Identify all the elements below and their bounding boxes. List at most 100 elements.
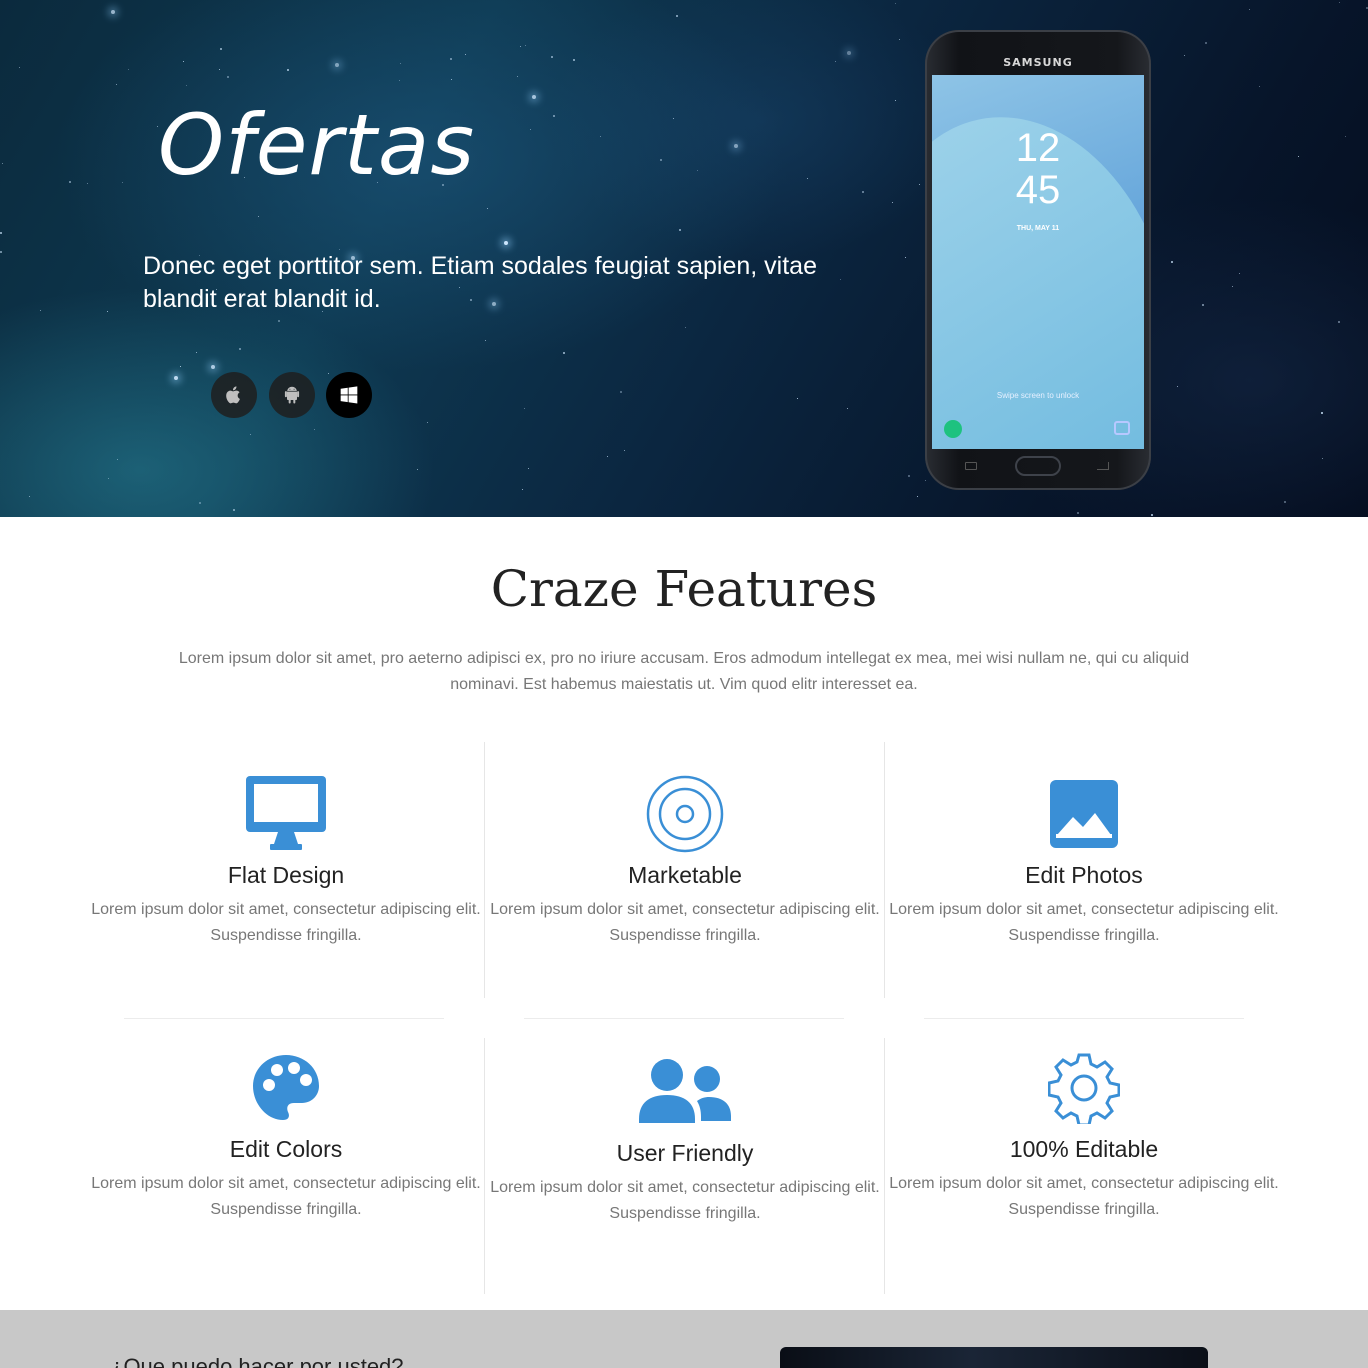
features-description: Lorem ipsum dolor sit amet, pro aeterno … xyxy=(178,650,1190,693)
star xyxy=(1338,321,1340,323)
star xyxy=(258,216,259,217)
feature-text: Lorem ipsum dolor sit amet, consectetur … xyxy=(889,901,1279,944)
section-heading: ¿Que puedo hacer por usted? xyxy=(110,1354,404,1368)
image-icon xyxy=(884,774,1284,854)
star xyxy=(532,95,536,99)
star xyxy=(862,191,864,193)
star xyxy=(676,15,678,17)
star xyxy=(573,59,575,61)
feature-text: Lorem ipsum dolor sit amet, consectetur … xyxy=(91,1175,481,1218)
star xyxy=(2,163,3,164)
star xyxy=(908,475,910,477)
feature-card: User Friendly Lorem ipsum dolor sit amet… xyxy=(485,1052,885,1227)
palette-icon xyxy=(86,1048,486,1128)
divider xyxy=(924,1018,1244,1019)
smartphone-mockup: SAMSUNG 12 45 THU, MAY 11 Swipe screen t… xyxy=(925,30,1151,490)
hero-title: Ofertas xyxy=(158,96,476,194)
feature-title: Edit Colors xyxy=(229,1136,343,1162)
star xyxy=(1322,458,1323,459)
section-image xyxy=(780,1347,1208,1368)
monitor-icon xyxy=(86,774,486,854)
star xyxy=(122,182,123,183)
star xyxy=(620,391,622,393)
feature-card: 100% Editable Lorem ipsum dolor sit amet… xyxy=(884,1048,1284,1223)
star xyxy=(199,502,201,504)
star xyxy=(0,251,2,253)
apple-store-button[interactable] xyxy=(211,372,257,418)
next-section: ¿Que puedo hacer por usted? xyxy=(0,1310,1368,1368)
android-store-button[interactable] xyxy=(269,372,315,418)
star xyxy=(451,79,452,80)
star xyxy=(427,422,428,423)
star xyxy=(211,365,215,369)
android-icon xyxy=(284,386,300,404)
star xyxy=(1077,512,1079,514)
star xyxy=(180,366,181,367)
star xyxy=(1298,156,1299,157)
star xyxy=(600,136,601,137)
star xyxy=(1177,386,1178,387)
star xyxy=(29,496,30,497)
feature-card: Flat Design Lorem ipsum dolor sit amet, … xyxy=(86,774,486,949)
star xyxy=(835,61,836,62)
star xyxy=(530,129,531,130)
phone-brand: SAMSUNG xyxy=(1003,56,1073,69)
divider xyxy=(524,1018,844,1019)
star xyxy=(287,69,289,71)
star xyxy=(899,39,900,40)
feature-text: Lorem ipsum dolor sit amet, consectetur … xyxy=(91,901,481,944)
star xyxy=(219,69,220,70)
star xyxy=(847,51,851,55)
star xyxy=(697,170,698,171)
star xyxy=(69,181,71,183)
star xyxy=(1171,261,1173,263)
star xyxy=(174,376,178,380)
feature-title: User Friendly xyxy=(616,1140,754,1166)
star xyxy=(1345,136,1346,137)
feature-text: Lorem ipsum dolor sit amet, consectetur … xyxy=(490,1179,880,1222)
star xyxy=(417,469,418,470)
hero-banner: Ofertas Donec eget porttitor sem. Etiam … xyxy=(0,0,1368,517)
star xyxy=(128,69,129,70)
star xyxy=(117,459,118,460)
star xyxy=(227,76,229,78)
star xyxy=(528,468,529,469)
lockscreen-swipe-hint: Swipe screen to unlock xyxy=(996,391,1080,400)
star xyxy=(196,352,197,353)
star xyxy=(0,232,2,234)
star xyxy=(1151,514,1153,516)
star xyxy=(186,85,187,86)
star xyxy=(1321,412,1323,414)
phone-screen: 12 45 THU, MAY 11 Swipe screen to unlock xyxy=(932,75,1144,449)
feature-text: Lorem ipsum dolor sit amet, consectetur … xyxy=(889,1175,1279,1218)
lockscreen-clock: 12 45 xyxy=(1015,126,1061,212)
divider xyxy=(124,1018,444,1019)
star xyxy=(847,408,848,409)
apple-icon xyxy=(226,386,240,404)
star xyxy=(239,348,241,350)
star xyxy=(1202,304,1204,306)
home-button xyxy=(1015,456,1061,476)
feature-title: Flat Design xyxy=(227,862,345,888)
star xyxy=(551,56,553,58)
star xyxy=(563,352,565,354)
features-title: Craze Features xyxy=(490,560,878,618)
windows-store-button[interactable] xyxy=(326,372,372,418)
star xyxy=(220,48,222,50)
star xyxy=(524,408,525,409)
star xyxy=(1232,286,1233,287)
star xyxy=(895,3,896,4)
star xyxy=(522,489,523,490)
star xyxy=(487,208,488,209)
star xyxy=(278,320,280,322)
star xyxy=(797,398,798,399)
star xyxy=(19,67,20,68)
star xyxy=(1339,2,1340,3)
star xyxy=(895,100,896,101)
phone-call-icon xyxy=(944,420,962,438)
feature-card: Edit Colors Lorem ipsum dolor sit amet, … xyxy=(86,1048,486,1223)
star xyxy=(673,118,674,119)
star xyxy=(450,58,452,60)
star xyxy=(116,84,117,85)
star xyxy=(905,257,906,258)
